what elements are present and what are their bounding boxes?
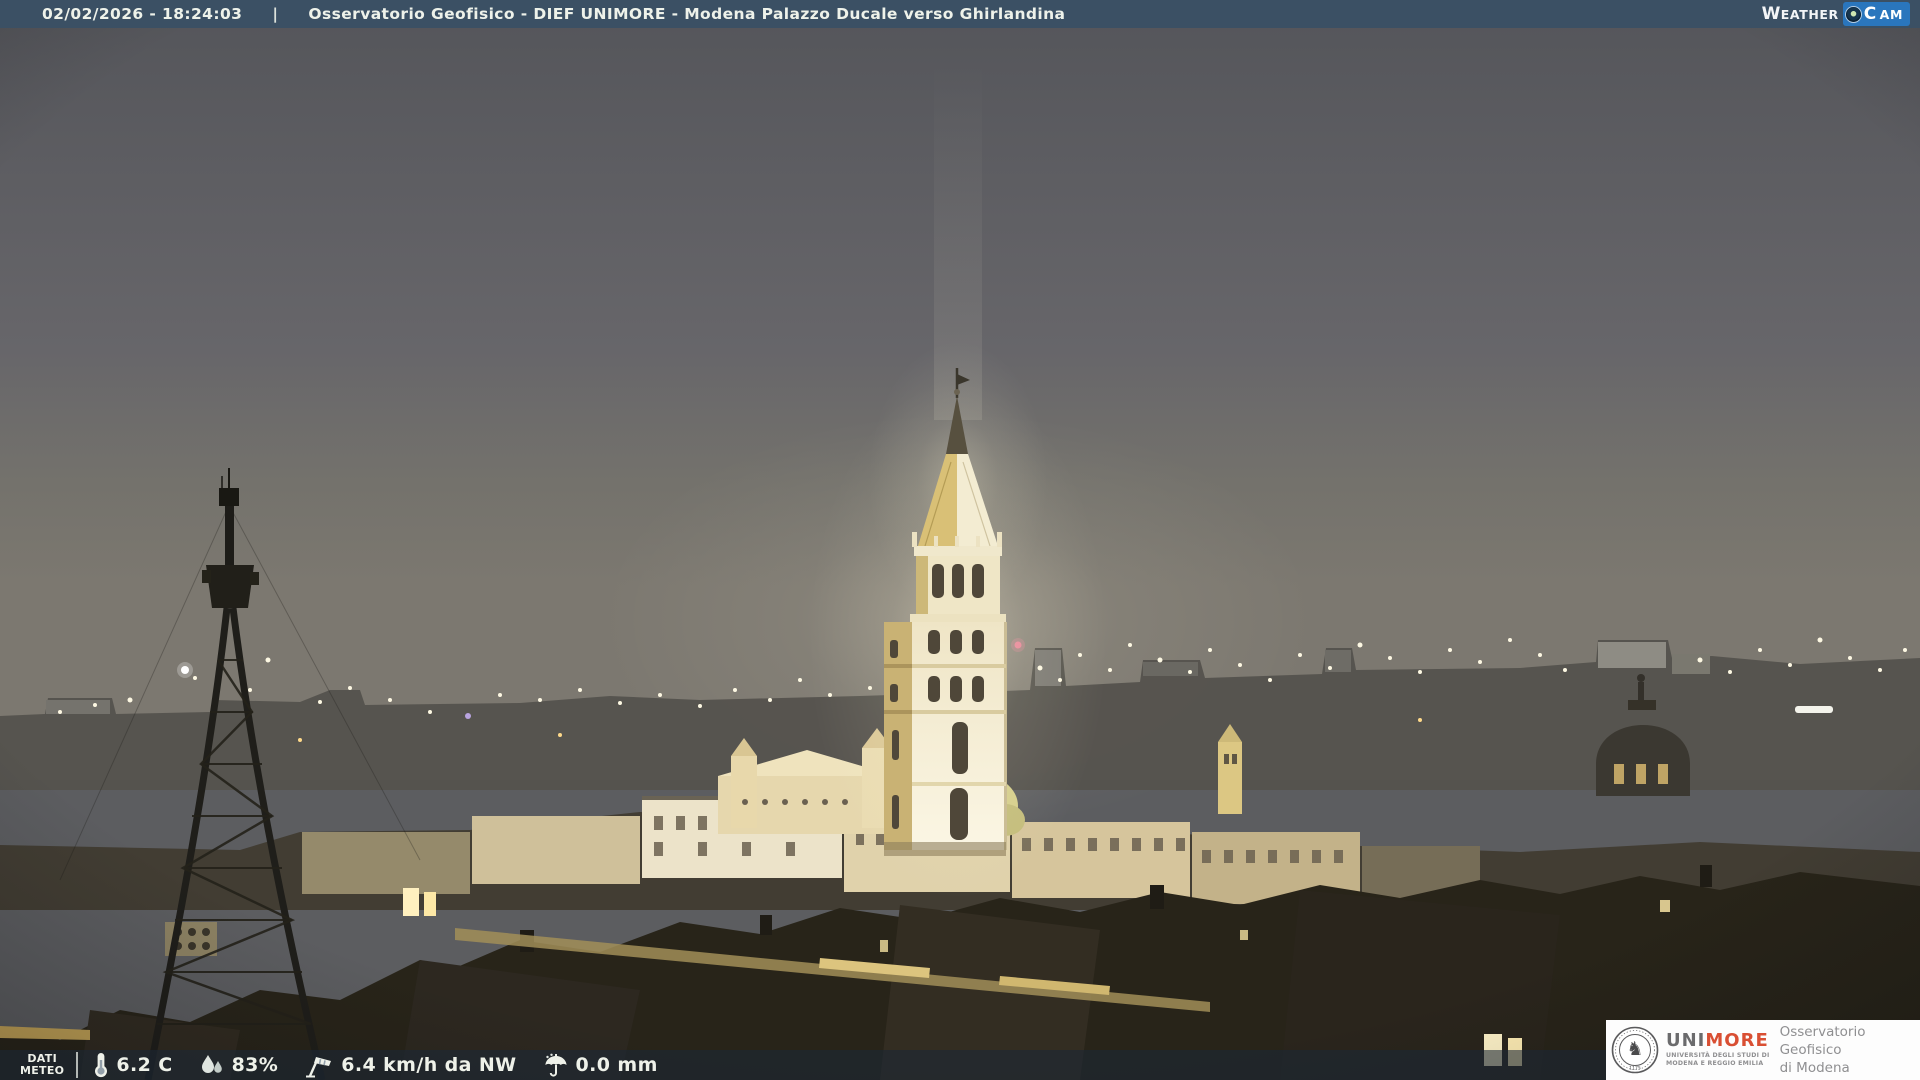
vignette (0, 0, 1920, 1080)
temperature-value: 6.2 C (116, 1054, 173, 1076)
weather-word-rest: EATHER (1780, 7, 1839, 22)
header-bar: 02/02/2026 - 18:24:03 | Osservatorio Geo… (0, 0, 1920, 28)
wind-value: 6.4 km/h da NW (341, 1054, 517, 1076)
webcam-photo (0, 0, 1920, 1080)
svg-text:♞: ♞ (1626, 1038, 1643, 1060)
timestamp: 02/02/2026 - 18:24:03 (42, 5, 243, 23)
meteo-separator (76, 1052, 79, 1078)
weathercam-word: W EATHER (1762, 4, 1839, 24)
unimore-seal-icon: ♞ 1175 (1611, 1026, 1659, 1074)
precipitation-value: 0.0 mm (575, 1054, 658, 1076)
humidity-drops-icon (201, 1055, 222, 1073)
humidity-reading: 83% (199, 1053, 279, 1077)
unimore-wordmark: UNIMORE UNIVERSITÀ DEGLI STUDI DI MODENA… (1666, 1029, 1770, 1068)
camera-lens-icon (1845, 6, 1861, 22)
unimore-more-text: MORE (1705, 1029, 1769, 1051)
meteo-label: DATI METEO (20, 1052, 65, 1078)
precipitation-reading: 0.0 mm (543, 1052, 658, 1078)
weather-word-initial: W (1761, 4, 1781, 24)
seal-year: 1175 (1629, 1066, 1641, 1072)
webcam-frame: 02/02/2026 - 18:24:03 | Osservatorio Geo… (0, 0, 1920, 1080)
meteo-label-line2: METEO (20, 1064, 65, 1077)
university-subtitle-line1: UNIVERSITÀ DEGLI STUDI DI (1666, 1051, 1770, 1059)
observatory-name-line1: Osservatorio Geofisico (1779, 1024, 1866, 1058)
umbrella-icon (545, 1053, 567, 1077)
temperature-reading: 6.2 C (93, 1052, 172, 1078)
university-subtitle-line2: MODENA E REGGIO EMILIA (1666, 1060, 1764, 1067)
observatory-name: Osservatorio Geofisico di Modena (1780, 1023, 1920, 1077)
unimore-uni-text: UNI (1666, 1029, 1706, 1051)
weathercam-cam-badge: C AM (1842, 2, 1910, 26)
unimore-brand-box: ♞ 1175 UNIMORE UNIVERSITÀ DEGLI STUDI DI… (1606, 1020, 1920, 1080)
cam-word-initial: C (1863, 4, 1877, 24)
page-title: Osservatorio Geofisico - DIEF UNIMORE - … (308, 5, 1066, 23)
cam-word-rest: AM (1879, 6, 1903, 22)
observatory-name-line2: di Modena (1779, 1060, 1850, 1076)
header-separator: | (272, 5, 279, 23)
windsock-icon (306, 1057, 332, 1078)
thermometer-icon (95, 1053, 108, 1078)
wind-reading: 6.4 km/h da NW (304, 1052, 516, 1078)
humidity-value: 83% (231, 1054, 279, 1076)
weathercam-logo: W EATHER C AM (1762, 2, 1910, 26)
